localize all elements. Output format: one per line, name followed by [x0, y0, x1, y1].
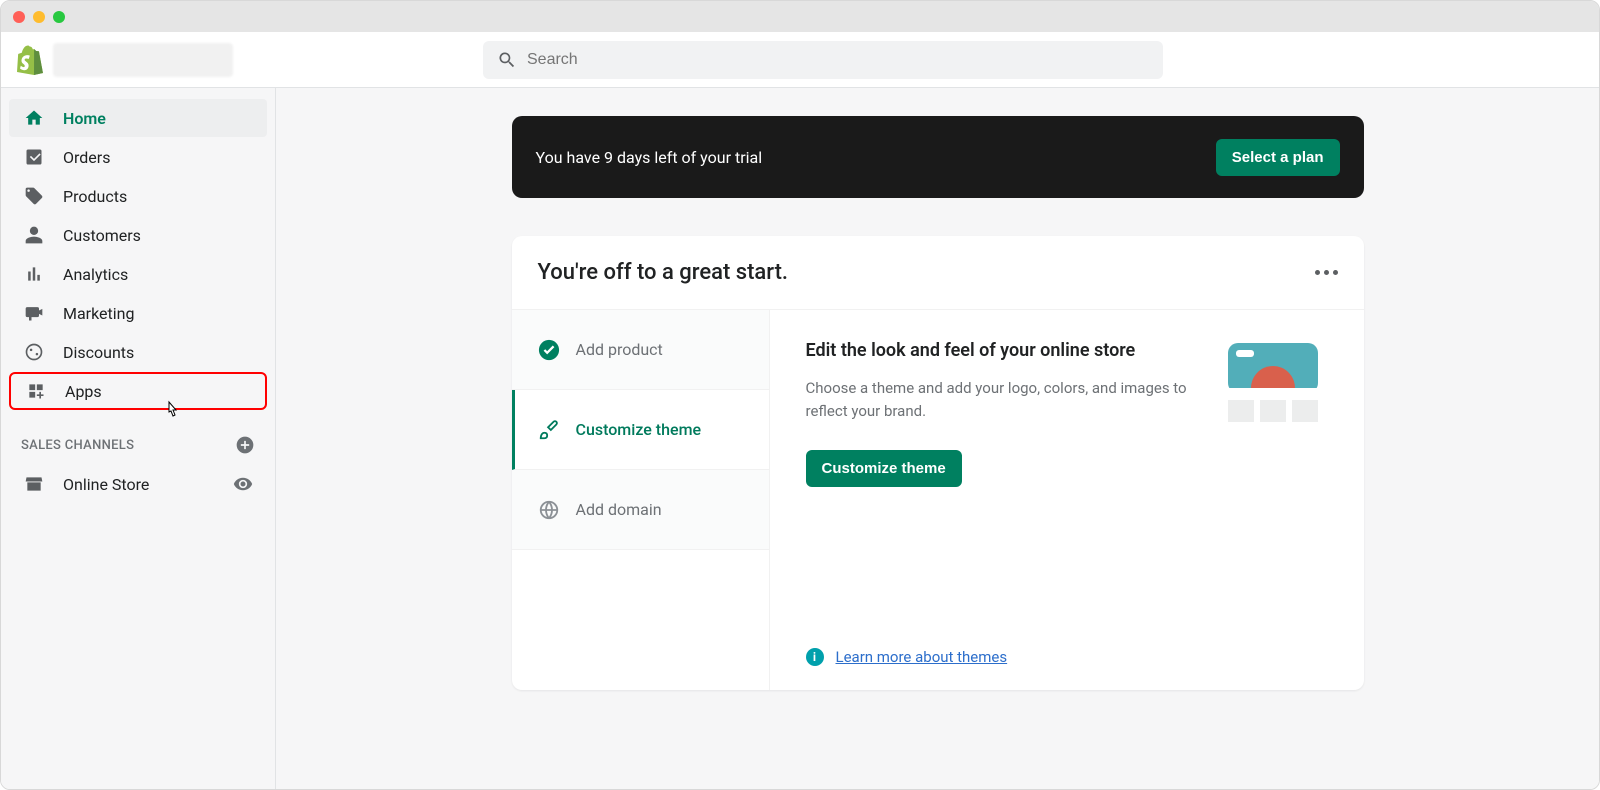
- sidebar-item-label: Orders: [63, 148, 110, 167]
- window-maximize-button[interactable]: [53, 11, 65, 23]
- setup-steps: Add product Customize theme Add domain: [512, 310, 770, 690]
- search-field[interactable]: [483, 41, 1163, 79]
- store-icon: [23, 474, 45, 494]
- sidebar-item-online-store[interactable]: Online Store: [9, 465, 267, 503]
- window-close-button[interactable]: [13, 11, 25, 23]
- step-customize-theme[interactable]: Customize theme: [512, 390, 769, 470]
- trial-message: You have 9 days left of your trial: [536, 148, 763, 167]
- customize-theme-button[interactable]: Customize theme: [806, 450, 962, 487]
- theme-illustration: [1218, 338, 1328, 428]
- sidebar-item-label: Analytics: [63, 265, 128, 284]
- sidebar-item-analytics[interactable]: Analytics: [9, 255, 267, 293]
- search-input[interactable]: [527, 51, 1149, 69]
- sidebar-section-sales-channels: SALES CHANNELS: [7, 426, 269, 464]
- card-more-button[interactable]: [1315, 270, 1338, 275]
- discounts-icon: [23, 342, 45, 362]
- step-label: Add product: [576, 340, 663, 359]
- orders-icon: [23, 147, 45, 167]
- analytics-icon: [23, 264, 45, 284]
- marketing-icon: [23, 303, 45, 323]
- learn-more-link[interactable]: Learn more about themes: [836, 648, 1008, 666]
- sidebar-item-marketing[interactable]: Marketing: [9, 294, 267, 332]
- brush-icon: [538, 419, 560, 441]
- step-label: Customize theme: [576, 420, 702, 439]
- store-name-box[interactable]: [53, 43, 233, 77]
- step-label: Add domain: [576, 500, 662, 519]
- step-add-product[interactable]: Add product: [512, 310, 769, 390]
- step-content: Edit the look and feel of your online st…: [770, 310, 1364, 690]
- step-add-domain[interactable]: Add domain: [512, 470, 769, 550]
- sidebar-item-customers[interactable]: Customers: [9, 216, 267, 254]
- top-bar: [1, 32, 1599, 88]
- sidebar-item-label: Customers: [63, 226, 141, 245]
- main-content: You have 9 days left of your trial Selec…: [276, 88, 1599, 789]
- select-plan-button[interactable]: Select a plan: [1216, 139, 1340, 176]
- sidebar-item-products[interactable]: Products: [9, 177, 267, 215]
- section-label: SALES CHANNELS: [21, 438, 134, 453]
- info-icon: i: [806, 648, 824, 666]
- window-titlebar: [1, 1, 1599, 32]
- setup-card: You're off to a great start. Add product…: [512, 236, 1364, 690]
- home-icon: [23, 108, 45, 128]
- content-heading: Edit the look and feel of your online st…: [806, 338, 1190, 363]
- check-circle-icon: [538, 339, 560, 361]
- apps-icon: [25, 381, 47, 401]
- trial-banner: You have 9 days left of your trial Selec…: [512, 116, 1364, 198]
- customers-icon: [23, 225, 45, 245]
- sidebar-item-apps[interactable]: Apps: [9, 372, 267, 410]
- add-channel-button[interactable]: [235, 435, 255, 455]
- shopify-logo-icon: [17, 45, 43, 75]
- products-icon: [23, 186, 45, 206]
- window-minimize-button[interactable]: [33, 11, 45, 23]
- sidebar-item-label: Home: [63, 109, 106, 128]
- sidebar-item-orders[interactable]: Orders: [9, 138, 267, 176]
- card-title: You're off to a great start.: [538, 260, 789, 285]
- sidebar-item-label: Online Store: [63, 475, 215, 494]
- view-store-button[interactable]: [233, 474, 253, 494]
- sidebar-item-label: Discounts: [63, 343, 134, 362]
- sidebar-item-discounts[interactable]: Discounts: [9, 333, 267, 371]
- globe-icon: [538, 499, 560, 521]
- sidebar-item-label: Marketing: [63, 304, 134, 323]
- sidebar-item-label: Apps: [65, 382, 102, 401]
- sidebar-item-home[interactable]: Home: [9, 99, 267, 137]
- sidebar: Home Orders Products Customers Analytics…: [1, 88, 276, 789]
- content-body: Choose a theme and add your logo, colors…: [806, 377, 1190, 422]
- search-icon: [497, 50, 517, 70]
- sidebar-item-label: Products: [63, 187, 127, 206]
